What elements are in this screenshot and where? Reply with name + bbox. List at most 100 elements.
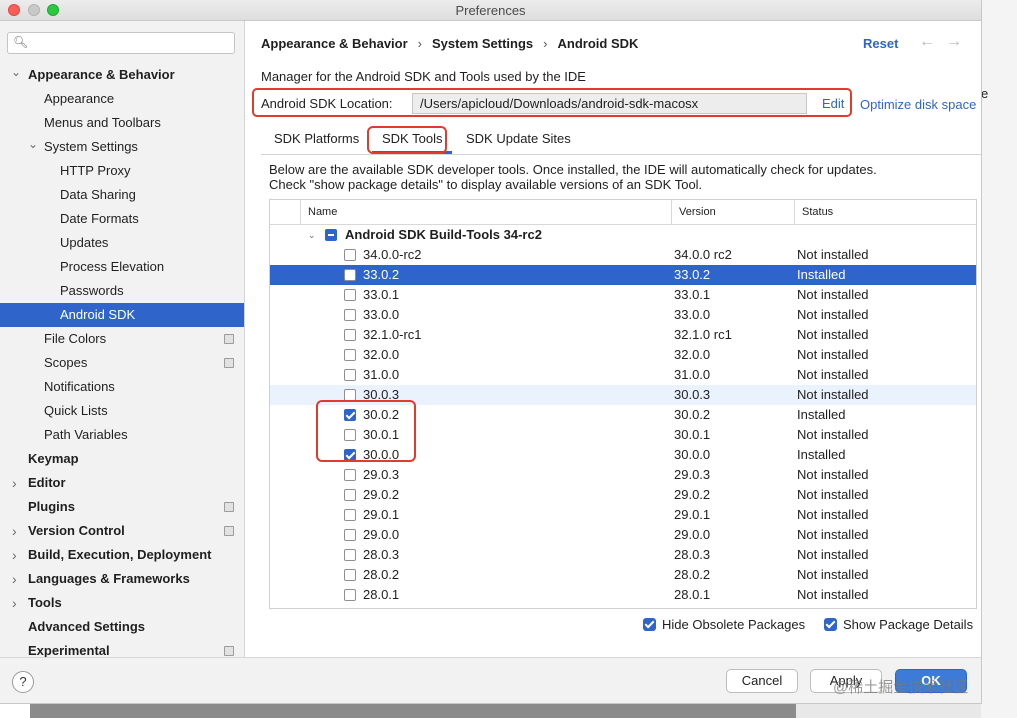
sidebar-item[interactable]: Notifications (0, 375, 244, 399)
sidebar-item[interactable]: HTTP Proxy (0, 159, 244, 183)
show-package-details-checkbox[interactable]: Show Package Details (824, 617, 973, 632)
row-checkbox[interactable] (344, 529, 356, 541)
row-checkbox[interactable] (344, 349, 356, 361)
row-checkbox[interactable] (344, 269, 356, 281)
sidebar-item[interactable]: › Build, Execution, Deployment (0, 543, 244, 567)
table-row[interactable]: 28.0.1 28.0.1 Not installed (270, 585, 976, 605)
table-row[interactable]: 33.0.0 33.0.0 Not installed (270, 305, 976, 325)
row-name: 28.0.2 (363, 567, 400, 582)
sidebar-item[interactable]: Path Variables (0, 423, 244, 447)
column-header-name[interactable]: Name (300, 200, 671, 224)
help-button[interactable]: ? (12, 671, 34, 693)
table-row[interactable]: 29.0.2 29.0.2 Not installed (270, 485, 976, 505)
sidebar-item[interactable]: File Colors (0, 327, 244, 351)
row-checkbox[interactable] (344, 469, 356, 481)
row-checkbox[interactable] (344, 289, 356, 301)
sidebar-item-label: Appearance (44, 91, 115, 106)
sidebar-item-label: Version Control (28, 523, 125, 538)
sidebar-item[interactable]: ⌄ System Settings (0, 135, 244, 159)
sidebar-item[interactable]: Plugins (0, 495, 244, 519)
sidebar-item-label: Advanced Settings (28, 619, 146, 634)
sidebar-item[interactable]: Passwords (0, 279, 244, 303)
row-version: 31.0.0 (674, 367, 711, 382)
sidebar-item[interactable]: Date Formats (0, 207, 244, 231)
row-checkbox[interactable] (344, 489, 356, 501)
chevron-down-icon[interactable]: ⌄ (308, 225, 316, 245)
table-row[interactable]: 28.0.3 28.0.3 Not installed (270, 545, 976, 565)
show-details-label: Show Package Details (843, 617, 974, 632)
sidebar-item[interactable]: › Editor (0, 471, 244, 495)
row-checkbox[interactable] (344, 309, 356, 321)
row-checkbox[interactable] (344, 589, 356, 601)
sidebar-item[interactable]: Data Sharing (0, 183, 244, 207)
table-row[interactable]: 34.0.0-rc2 34.0.0 rc2 Not installed (270, 245, 976, 265)
optimize-disk-space-link[interactable]: Optimize disk space (860, 97, 976, 112)
sidebar-item-label: Date Formats (60, 211, 139, 226)
sidebar-item[interactable]: › Tools (0, 591, 244, 615)
sidebar-item[interactable]: Android SDK (0, 303, 244, 327)
sidebar-item[interactable]: › Version Control (0, 519, 244, 543)
row-checkbox[interactable] (344, 329, 356, 341)
highlight-box (367, 126, 447, 154)
column-header-status[interactable]: Status (794, 200, 976, 224)
sidebar-item[interactable]: ⌄ Appearance & Behavior (0, 63, 244, 87)
table-row[interactable]: 32.1.0-rc1 32.1.0 rc1 Not installed (270, 325, 976, 345)
sidebar-item[interactable]: Appearance (0, 87, 244, 111)
chevron-right-icon[interactable]: › (12, 591, 17, 615)
table-row[interactable]: 28.0.2 28.0.2 Not installed (270, 565, 976, 585)
forward-arrow-icon[interactable]: → (946, 33, 962, 51)
back-arrow-icon[interactable]: ← (919, 33, 935, 51)
sdk-location-field[interactable]: /Users/apicloud/Downloads/android-sdk-ma… (412, 93, 807, 114)
search-input[interactable]: 🔍︎ (7, 32, 235, 54)
sidebar-item-label: Passwords (60, 283, 124, 298)
row-checkbox[interactable] (344, 249, 356, 261)
edit-link[interactable]: Edit (822, 96, 844, 111)
table-row[interactable]: 33.0.2 33.0.2 Installed (270, 265, 976, 285)
row-status: Not installed (797, 347, 869, 362)
group-checkbox-partial[interactable] (325, 229, 337, 241)
row-checkbox[interactable] (344, 569, 356, 581)
row-version: 32.1.0 rc1 (674, 327, 732, 342)
sidebar-item[interactable]: Experimental (0, 639, 244, 657)
tab-sdk-update-sites[interactable]: SDK Update Sites (466, 131, 571, 146)
hide-obsolete-checkbox[interactable]: Hide Obsolete Packages (643, 617, 805, 632)
row-checkbox[interactable] (344, 509, 356, 521)
table-row[interactable]: 29.0.0 29.0.0 Not installed (270, 525, 976, 545)
tab-sdk-platforms[interactable]: SDK Platforms (274, 131, 359, 146)
row-checkbox[interactable] (344, 549, 356, 561)
row-version: 32.0.0 (674, 347, 711, 362)
cancel-button[interactable]: Cancel (726, 669, 798, 693)
chevron-down-icon[interactable]: ⌄ (11, 60, 21, 84)
sidebar-item[interactable]: Keymap (0, 447, 244, 471)
sidebar-item[interactable]: Advanced Settings (0, 615, 244, 639)
table-row[interactable]: 29.0.3 29.0.3 Not installed (270, 465, 976, 485)
sidebar-item[interactable]: Process Elevation (0, 255, 244, 279)
sidebar-item[interactable]: › Languages & Frameworks (0, 567, 244, 591)
chevron-right-icon[interactable]: › (12, 567, 17, 591)
reset-button[interactable]: Reset (863, 36, 898, 51)
row-status: Not installed (797, 507, 869, 522)
checkbox-checked-icon (824, 618, 837, 631)
row-checkbox[interactable] (344, 369, 356, 381)
breadcrumb-separator-icon: › (543, 36, 548, 51)
chevron-down-icon[interactable]: ⌄ (28, 132, 38, 156)
sidebar-item-label: Notifications (44, 379, 115, 394)
row-version: 33.0.1 (674, 287, 711, 302)
chevron-right-icon[interactable]: › (12, 543, 17, 567)
table-row[interactable]: 29.0.1 29.0.1 Not installed (270, 505, 976, 525)
row-status: Not installed (797, 247, 869, 262)
sidebar-item[interactable]: Quick Lists (0, 399, 244, 423)
page-description: Manager for the Android SDK and Tools us… (261, 69, 586, 84)
column-header-version[interactable]: Version (671, 200, 794, 224)
row-version: 29.0.2 (674, 487, 711, 502)
table-row[interactable]: 32.0.0 32.0.0 Not installed (270, 345, 976, 365)
sidebar-item[interactable]: Scopes (0, 351, 244, 375)
table-row[interactable]: 31.0.0 31.0.0 Not installed (270, 365, 976, 385)
chevron-right-icon[interactable]: › (12, 471, 17, 495)
sidebar-item-label: Menus and Toolbars (44, 115, 161, 130)
sidebar-item[interactable]: Updates (0, 231, 244, 255)
table-group-row[interactable]: ⌄ Android SDK Build-Tools 34-rc2 (270, 225, 976, 245)
sidebar-item-label: HTTP Proxy (60, 163, 131, 178)
table-row[interactable]: 33.0.1 33.0.1 Not installed (270, 285, 976, 305)
chevron-right-icon[interactable]: › (12, 519, 17, 543)
